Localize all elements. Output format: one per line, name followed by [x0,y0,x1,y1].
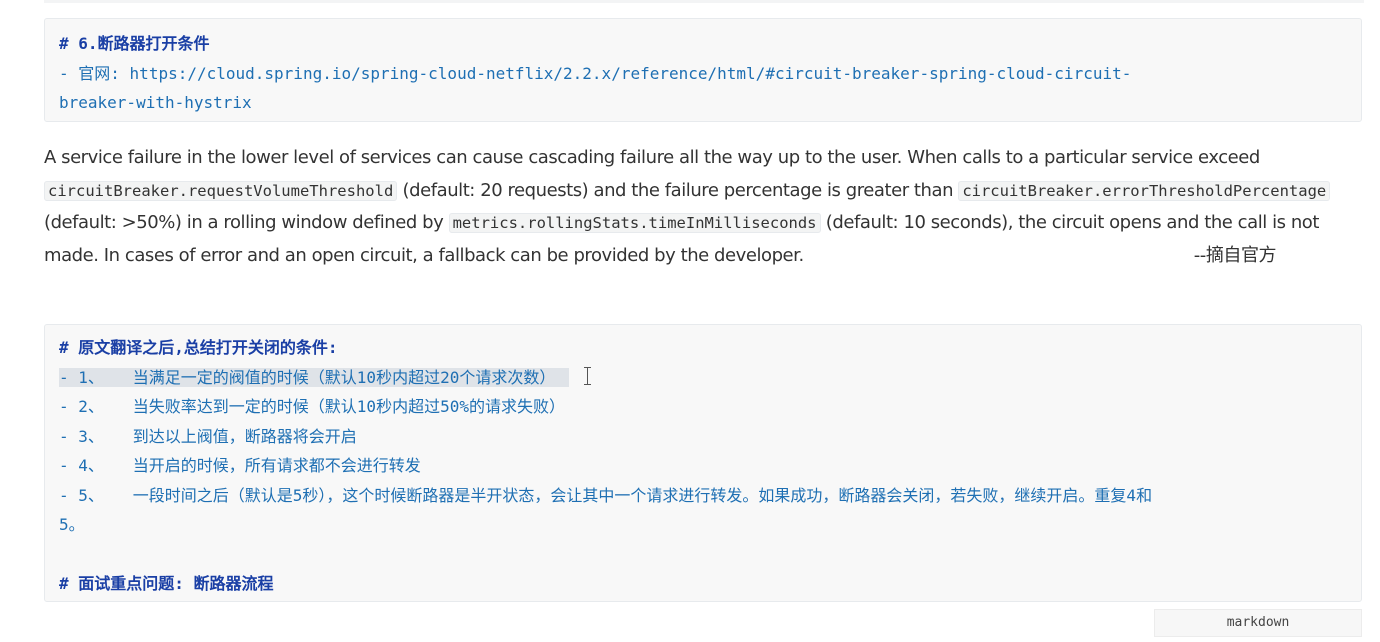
code-heading: # 6.断路器打开条件 [59,34,210,53]
code-line-item-5: - 5、 一段时间之后（默认是5秒），这个时候断路器是半开状态，会让其中一个请求… [59,485,1153,505]
code-line-item-4: - 4、 当开启的时候，所有请求都不会进行转发 [59,456,421,475]
official-link-url: https://cloud.spring.io/spring-cloud-net… [129,63,1132,83]
code-line-item-2: - 2、 当失败率达到一定的时候（默认10秒内超过50%的请求失败） [59,397,565,416]
previous-block-edge [44,0,1364,3]
inline-code-rolling-stats-time: metrics.rollingStats.timeInMilliseconds [448,213,821,233]
inline-code-request-volume-threshold: circuitBreaker.requestVolumeThreshold [44,180,398,201]
quote-attribution: --摘自官方 [1193,244,1277,266]
paragraph-text: A service failure in the lower level of … [44,147,1260,168]
code-block-circuit-breaker-conditions[interactable]: # 6.断路器打开条件 - 官网: https://cloud.spring.i… [44,18,1362,122]
code-line-official-link: - 官网: https://cloud.spring.io/spring-clo… [59,59,1347,89]
code-line-official-link-continued: breaker-with-hystrix [59,93,252,112]
paragraph-text: (default: 20 requests) and the failure p… [397,179,959,201]
text-cursor-icon [583,366,593,386]
code-line-item-5-continued: 5。 [59,515,85,534]
selected-text: - 1、 当满足一定的阀值的时候（默认10秒内超过20个请求次数） [59,367,570,387]
code-block-translated-summary[interactable]: # 原文翻译之后,总结打开关闭的条件: - 1、 当满足一定的阀值的时候（默认1… [44,324,1362,602]
code-language-selector[interactable]: markdown [1154,609,1362,637]
code-heading-interview: # 面试重点问题: 断路器流程 [59,574,274,593]
code-heading: # 原文翻译之后,总结打开关闭的条件: [59,338,338,357]
link-prefix: - 官网: [59,63,130,83]
code-line-item-3: - 3、 到达以上阀值，断路器将会开启 [59,426,357,446]
inline-code-error-threshold-percentage: circuitBreaker.errorThresholdPercentage [958,180,1331,201]
code-line-item-1: - 1、 当满足一定的阀值的时候（默认10秒内超过20个请求次数） [59,363,1347,393]
official-quote-paragraph: A service failure in the lower level of … [44,142,1364,272]
paragraph-text: (default: >50%) in a rolling window defi… [44,212,449,233]
